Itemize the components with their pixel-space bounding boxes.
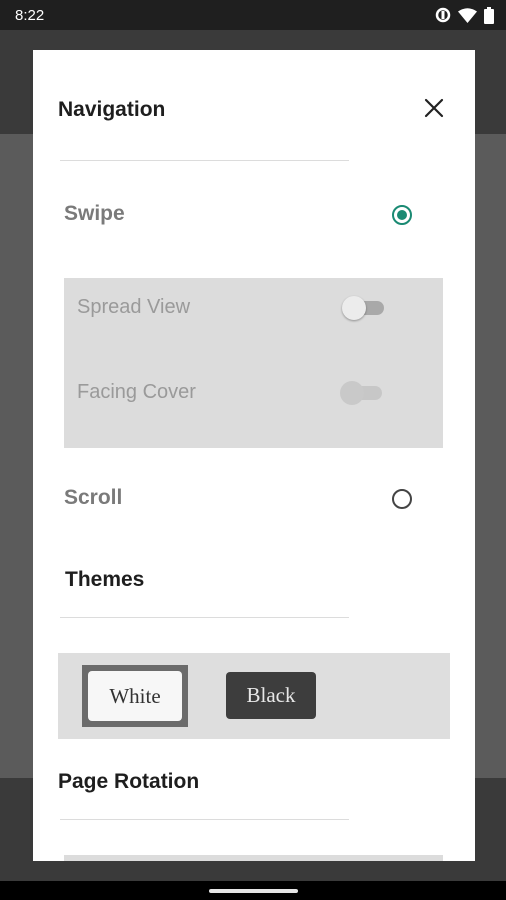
scroll-option-label[interactable]: Scroll: [64, 486, 122, 510]
toggle-thumb: [342, 296, 366, 320]
scroll-radio[interactable]: [392, 489, 412, 509]
facing-cover-label: Facing Cover: [77, 381, 196, 403]
close-icon[interactable]: [420, 94, 448, 122]
system-nav-bar: [0, 881, 506, 900]
reader-settings-dialog: Navigation Swipe Spread View Facing Cove…: [33, 50, 475, 861]
themes-divider: [60, 617, 349, 618]
home-gesture-handle[interactable]: [209, 889, 298, 893]
navigation-divider: [60, 160, 349, 161]
swipe-sub-options-panel: Spread View Facing Cover: [64, 278, 443, 448]
wifi-icon: [458, 7, 477, 23]
spread-view-label: Spread View: [77, 296, 191, 318]
swipe-option-label[interactable]: Swipe: [64, 202, 125, 226]
navigation-title: Navigation: [58, 98, 166, 121]
themes-strip: White Black: [58, 653, 450, 739]
status-icons: [435, 6, 494, 24]
data-saver-icon: [435, 7, 451, 23]
theme-white-button[interactable]: White: [88, 671, 182, 721]
swipe-radio[interactable]: [392, 205, 412, 225]
close-button[interactable]: [420, 94, 448, 122]
toggle-thumb: [340, 381, 364, 405]
facing-cover-toggle[interactable]: [340, 381, 384, 405]
page-rotation-panel-edge: [64, 855, 443, 861]
status-time: 8:22: [15, 7, 45, 24]
battery-icon: [484, 6, 494, 24]
page-rotation-title: Page Rotation: [58, 770, 200, 793]
page-rotation-divider: [60, 819, 349, 820]
theme-black-button[interactable]: Black: [226, 672, 316, 719]
themes-title: Themes: [65, 568, 145, 591]
spread-view-toggle[interactable]: [342, 296, 386, 320]
status-bar: 8:22: [0, 0, 506, 30]
theme-white-selected-frame[interactable]: White: [82, 665, 188, 727]
